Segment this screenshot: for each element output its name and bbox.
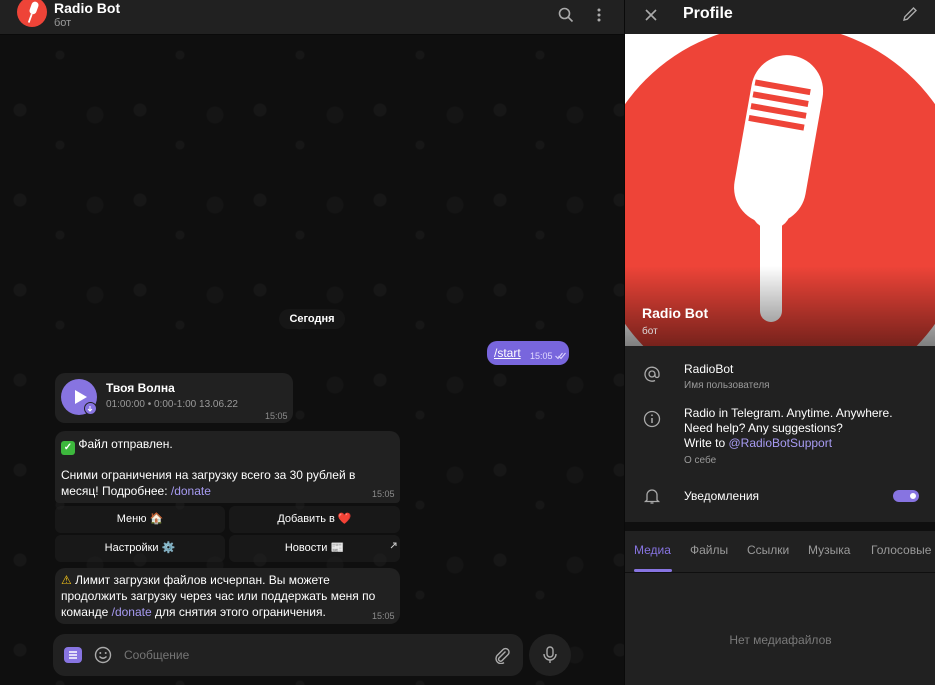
tab-media[interactable]: Медиа [634, 543, 671, 557]
audio-title: Твоя Волна [106, 381, 175, 395]
notifications-toggle[interactable] [893, 490, 919, 502]
audio-message[interactable]: Твоя Волна 01:00:00 • 0:00-1:00 13.06.22… [55, 373, 293, 423]
keyboard-button-news[interactable]: Новости 📰 [229, 535, 400, 562]
tab-links[interactable]: Ссылки [747, 543, 789, 557]
bio-line1: Radio in Telegram. Anytime. Anywhere. [684, 406, 893, 420]
emoji-icon[interactable] [94, 646, 112, 669]
audio-meta: 01:00:00 • 0:00-1:00 13.06.22 [106, 399, 238, 410]
username-label: Имя пользователя [684, 380, 770, 391]
message-time: 15:05 [265, 411, 288, 421]
tabs-divider [625, 572, 935, 573]
limit-line1: Лимит загрузки файлов исчерпан. Вы может… [75, 573, 330, 587]
bell-icon [642, 486, 662, 506]
chat-subtitle: бот [54, 17, 72, 29]
bio-line3: Write to [684, 436, 729, 450]
file-sent-line2: Сними ограничения на загрузку всего за 3… [61, 468, 356, 482]
empty-media-text: Нет медиафайлов [729, 633, 832, 647]
file-sent-line1: Файл отправлен. [78, 437, 173, 451]
download-icon[interactable] [84, 402, 97, 415]
mic-icon[interactable] [529, 634, 571, 676]
username-value[interactable]: RadioBot [684, 362, 733, 377]
donate-link[interactable]: /donate [112, 605, 152, 619]
hero-subtitle: бот [642, 326, 658, 337]
profile-title: Profile [683, 5, 733, 22]
profile-hero-image[interactable]: Radio Bot бот [625, 34, 935, 346]
info-icon [642, 409, 662, 429]
profile-pane: Profile Radio Bot бот RadioBot Имя польз… [624, 0, 935, 685]
expand-arrow-icon [390, 536, 397, 554]
toggle-knob [908, 491, 918, 501]
start-command-link[interactable]: /start [494, 346, 521, 360]
outgoing-message[interactable]: /start 15:05 [487, 341, 569, 365]
hero-name: Radio Bot [642, 305, 709, 321]
message-time: 15:05 [372, 611, 395, 621]
profile-header: Profile [625, 0, 935, 34]
keyboard-button-menu[interactable]: Меню 🏠 [55, 506, 225, 533]
attach-icon[interactable] [493, 646, 511, 669]
limit-line3-prefix: команде [61, 605, 112, 619]
support-link[interactable]: @RadioBotSupport [728, 436, 832, 450]
search-icon[interactable] [555, 4, 577, 26]
notifications-label: Уведомления [684, 489, 760, 503]
warning-icon: ⚠ [61, 573, 72, 587]
bot-avatar[interactable] [17, 0, 47, 27]
donate-link[interactable]: /donate [171, 484, 211, 498]
message-composer[interactable] [53, 634, 523, 676]
close-icon[interactable] [642, 6, 660, 29]
tab-files[interactable]: Файлы [690, 543, 728, 557]
message-input[interactable] [124, 646, 484, 664]
limit-message[interactable]: ⚠ Лимит загрузки файлов исчерпан. Вы мож… [55, 568, 400, 624]
read-check-icon [555, 349, 566, 363]
more-vertical-icon[interactable] [588, 4, 610, 26]
tab-music[interactable]: Музыка [808, 543, 850, 557]
at-icon [642, 364, 662, 384]
file-sent-line3: месяц! Подробнее: [61, 484, 171, 498]
chat-header[interactable]: Radio Bot бот [0, 0, 624, 35]
section-divider [625, 522, 935, 531]
keyboard-button-settings[interactable]: Настройки ⚙️ [55, 535, 225, 562]
date-separator: Сегодня [279, 309, 345, 329]
bot-menu-icon[interactable] [64, 647, 82, 663]
chat-pane: Radio Bot бот Сегодня /start 15:05 Твоя … [0, 0, 624, 685]
file-sent-message[interactable]: ✓ Файл отправлен. Сними ограничения на з… [55, 431, 400, 503]
message-time: 15:05 [530, 351, 553, 361]
keyboard-button-add-to[interactable]: Добавить в ❤️ [229, 506, 400, 533]
bio-label: О себе [684, 455, 717, 466]
chat-title: Radio Bot [54, 0, 121, 16]
bio-line2: Need help? Any suggestions? [684, 421, 843, 435]
limit-line3-suffix: для снятия этого ограничения. [151, 605, 326, 619]
edit-icon[interactable] [901, 5, 919, 28]
message-time: 15:05 [372, 489, 395, 499]
check-box-icon: ✓ [61, 441, 75, 455]
limit-line2: продолжить загрузку через час или поддер… [61, 589, 376, 603]
tab-voice[interactable]: Голосовые [871, 543, 931, 557]
